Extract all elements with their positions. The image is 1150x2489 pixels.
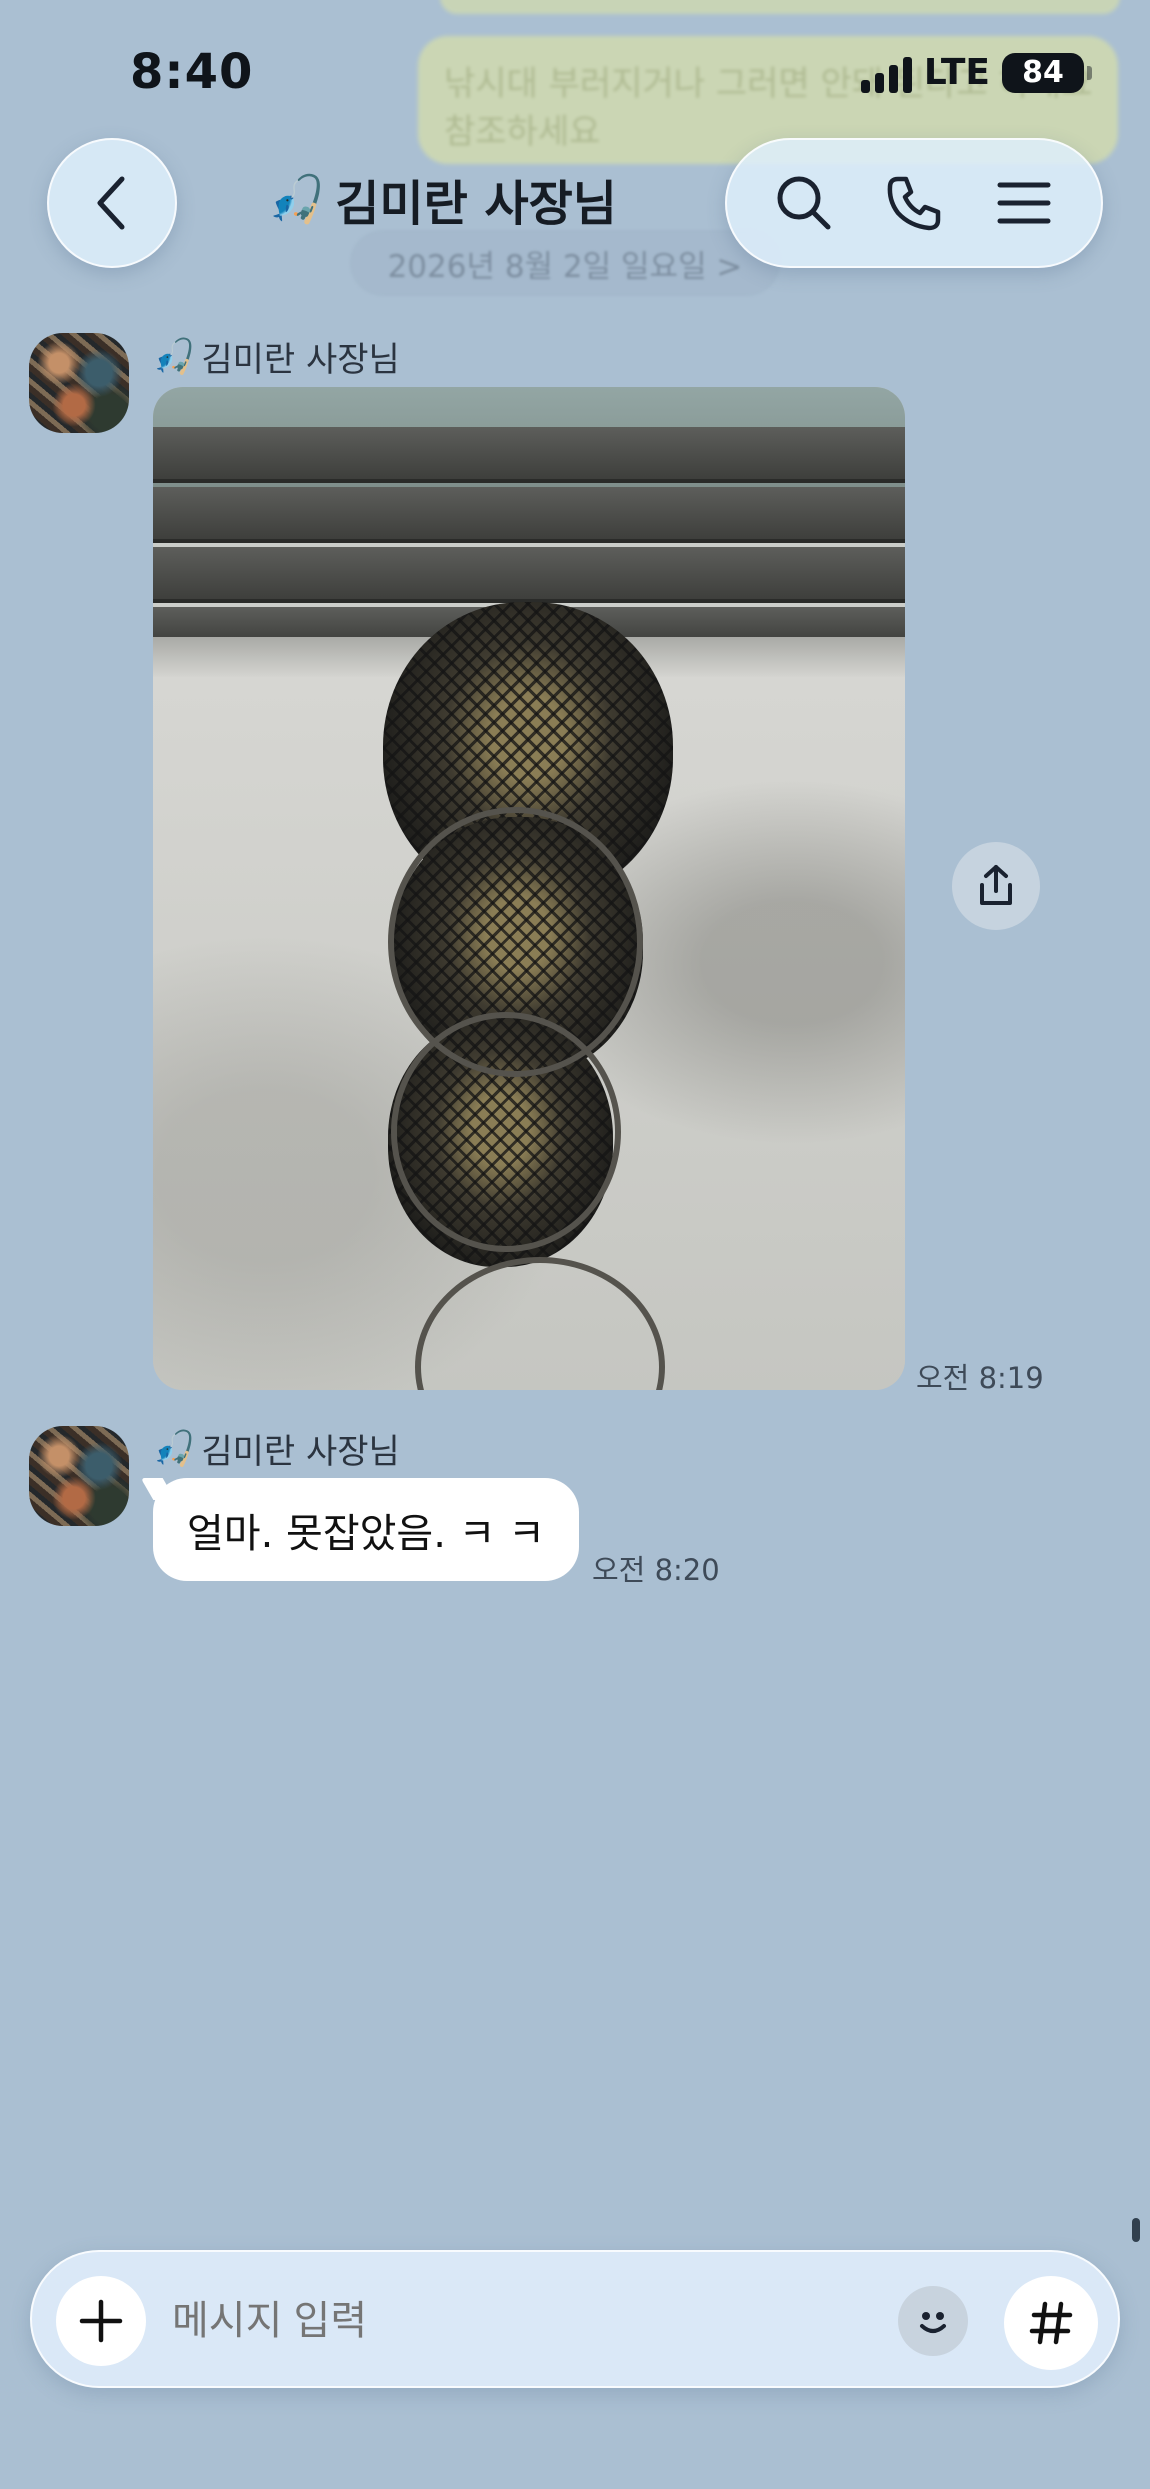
share-icon <box>980 865 1012 905</box>
message-bubble[interactable]: 얼마. 못잡았음. ㅋ ㅋ <box>153 1478 579 1581</box>
back-button[interactable] <box>47 138 177 268</box>
previous-bubble-fragment <box>440 0 1120 14</box>
message-time: 오전 8:19 <box>916 1361 1044 1395</box>
hashtag-button[interactable] <box>1004 2276 1098 2370</box>
message-text: 얼마. 못잡았음. ㅋ ㅋ <box>187 1510 545 1557</box>
search-button[interactable] <box>769 168 839 238</box>
sender-name: 🎣 김미란 사장님 <box>153 1424 400 1473</box>
message-time: 오전 8:20 <box>592 1553 720 1587</box>
network-type: LTE <box>923 52 990 93</box>
net-ring <box>391 1012 621 1252</box>
smile-icon <box>920 2312 946 2333</box>
add-attachment-button[interactable] <box>56 2276 146 2366</box>
fishing-emoji-icon: 🎣 <box>153 1428 196 1469</box>
chevron-left-icon <box>97 176 125 230</box>
battery-level: 84 <box>1022 55 1064 90</box>
hash-icon <box>1029 2301 1073 2345</box>
search-icon <box>777 176 831 230</box>
message-input[interactable] <box>172 2296 772 2346</box>
chat-title-text: 김미란 사장님 <box>335 176 617 232</box>
avatar[interactable] <box>29 1426 129 1526</box>
status-time: 8:40 <box>130 44 254 100</box>
cellular-signal-icon <box>860 53 912 93</box>
sender-name-text: 김미란 사장님 <box>201 1432 400 1472</box>
fish-net-photo[interactable] <box>153 387 905 1390</box>
battery-icon: 84 <box>1002 52 1092 93</box>
menu-button[interactable] <box>989 168 1059 238</box>
chat-title[interactable]: 🎣 김미란 사장님 <box>268 164 617 234</box>
menu-icon <box>997 182 1051 224</box>
call-button[interactable] <box>879 168 949 238</box>
fishing-emoji-icon: 🎣 <box>153 336 196 377</box>
status-indicators: LTE 84 <box>860 52 1092 93</box>
sender-name-text: 김미란 사장님 <box>201 340 400 380</box>
avatar[interactable] <box>29 333 129 433</box>
scroll-indicator[interactable] <box>1132 2218 1140 2242</box>
share-button[interactable] <box>952 842 1040 930</box>
chat-screen: 낚시대 부러지거나 그러면 안돼 된다고 하네요 참조하세요 2026년 8월 … <box>0 0 1150 2489</box>
plus-icon <box>79 2299 123 2343</box>
sender-name: 🎣 김미란 사장님 <box>153 332 400 381</box>
phone-icon <box>887 176 941 231</box>
emoji-button[interactable] <box>898 2286 968 2356</box>
date-divider: 2026년 8월 2일 일요일 > <box>350 230 780 296</box>
fishing-emoji-icon: 🎣 <box>268 171 326 226</box>
header-actions <box>725 138 1103 268</box>
message-composer <box>30 2250 1120 2388</box>
